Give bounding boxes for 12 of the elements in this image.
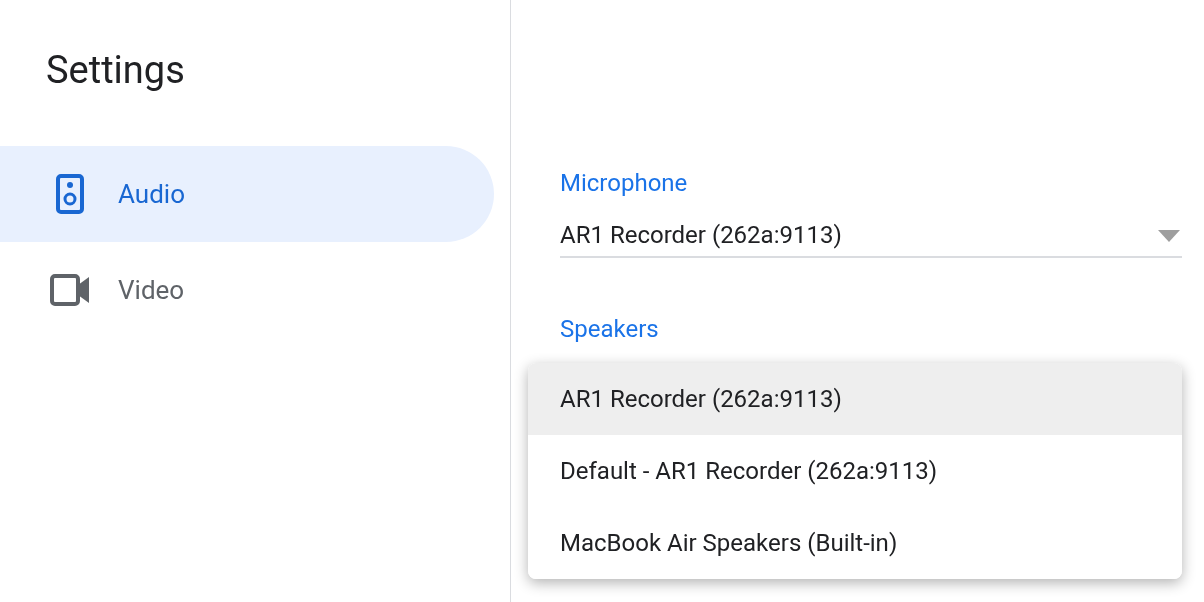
- menu-option[interactable]: AR1 Recorder (262a:9113): [528, 363, 1182, 435]
- video-camera-icon: [50, 274, 90, 306]
- dropdown-arrow-icon: [1158, 230, 1180, 242]
- nav-item[interactable]: Video: [0, 242, 494, 338]
- settings-title: Settings: [45, 47, 186, 94]
- speakers-label: Speakers: [560, 314, 659, 345]
- menu-option[interactable]: Default - AR1 Recorder (262a:9113): [528, 435, 1182, 507]
- nav-item[interactable]: Audio: [0, 146, 494, 242]
- microphone-label: Microphone: [560, 168, 689, 199]
- speaker-icon: [56, 174, 84, 214]
- microphone-select[interactable]: AR1 Recorder (262a:9113): [560, 220, 1182, 258]
- menu-option[interactable]: MacBook Air Speakers (Built-in): [528, 507, 1182, 579]
